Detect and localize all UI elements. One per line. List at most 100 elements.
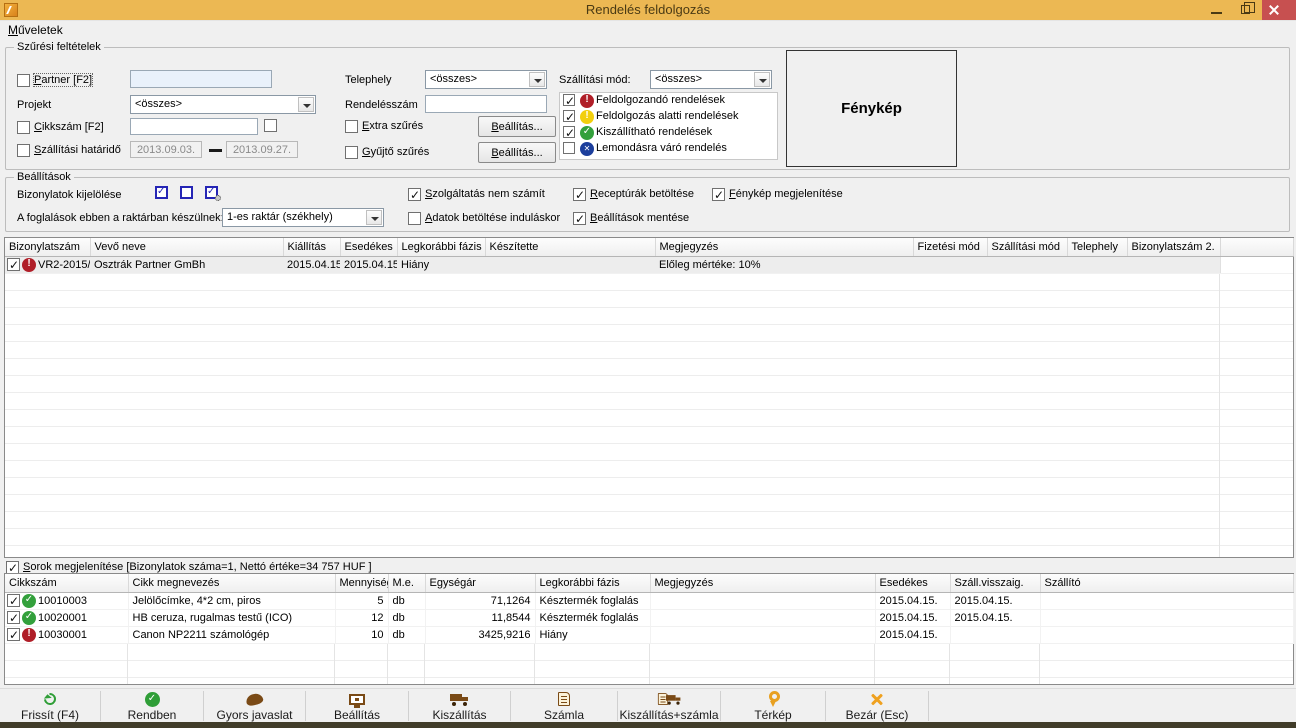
feldolgozando-checkbox[interactable]: [563, 94, 575, 106]
cikkszam-input[interactable]: [130, 118, 258, 135]
kiszallitas-button[interactable]: Kiszállítás: [409, 689, 510, 723]
select-all-icon[interactable]: [155, 186, 168, 199]
rendben-button[interactable]: Rendben: [101, 689, 203, 723]
recepturak-checkbox[interactable]: [573, 188, 586, 201]
column-header[interactable]: Esedékes: [340, 238, 397, 256]
hatarido-to-input[interactable]: [226, 141, 298, 158]
truck-icon: [409, 691, 510, 707]
order-row[interactable]: VR2-2015/00... Osztrák Partner GmBh 2015…: [5, 256, 1293, 273]
items-grid-empty-area: [5, 644, 1293, 684]
rendelesszam-input[interactable]: [425, 95, 547, 113]
gyors-javaslat-button[interactable]: Gyors javaslat: [204, 689, 305, 723]
column-header[interactable]: Szállító: [1040, 574, 1293, 592]
terkep-button[interactable]: Térkép: [721, 689, 825, 723]
column-header[interactable]: Legkorábbi fázis: [397, 238, 485, 256]
column-header[interactable]: Készítette: [485, 238, 655, 256]
feldolgozas-alatti-checkbox[interactable]: [563, 110, 575, 122]
fenykep-megjelenitese-checkbox[interactable]: [712, 188, 725, 201]
warning-yellow-icon: [580, 110, 594, 124]
column-header[interactable]: Vevő neve: [90, 238, 283, 256]
close-button[interactable]: [1262, 0, 1296, 20]
order-status-panel: Feldolgozandó rendelések Feldolgozás ala…: [559, 92, 778, 160]
item-row[interactable]: 10030001 Canon NP2211 számológép 10 db 3…: [5, 626, 1293, 643]
column-header[interactable]: Cikkszám: [5, 574, 128, 592]
column-header[interactable]: Egységár: [425, 574, 535, 592]
chevron-down-icon[interactable]: [529, 72, 545, 87]
hatarido-from-input[interactable]: [130, 141, 202, 158]
select-none-icon[interactable]: [180, 186, 193, 199]
chevron-down-icon[interactable]: [754, 72, 770, 87]
column-header[interactable]: Bizonylatszám 2.: [1127, 238, 1220, 256]
szamla-button[interactable]: Számla: [511, 689, 617, 723]
minimize-button[interactable]: [1202, 0, 1232, 20]
extra-szures-beallitas-button[interactable]: Beállítás...: [478, 116, 556, 137]
bottom-toolbar: Frissít (F4) Rendben Gyors javaslat Beál…: [0, 688, 1296, 722]
cikkszam-extra-checkbox[interactable]: [264, 119, 277, 132]
status-row: Feldolgozandó rendelések: [560, 93, 777, 109]
chevron-down-icon[interactable]: [298, 97, 314, 112]
select-filtered-icon[interactable]: [205, 186, 218, 199]
telephely-select[interactable]: <összes>: [425, 70, 547, 89]
hatarido-checkbox[interactable]: [17, 144, 30, 157]
column-header[interactable]: Megjegyzés: [650, 574, 875, 592]
bizonylatok-kijelolese-label: Bizonylatok kijelölése: [17, 189, 122, 201]
menu-muveletek[interactable]: Műveletek: [0, 21, 71, 37]
cikkszam-label: Cikkszám [F2]: [34, 121, 104, 133]
column-header[interactable]: Telephely: [1067, 238, 1127, 256]
status-row: Feldolgozás alatti rendelések: [560, 109, 777, 125]
map-pin-icon: [721, 691, 825, 707]
status-row: Lemondásra váró rendelés: [560, 141, 777, 157]
column-header-empty: [1220, 238, 1293, 256]
filter-group-legend: Szűrési feltételek: [14, 41, 104, 53]
szallitasi-mod-label: Szállítási mód:: [559, 74, 631, 86]
minimize-icon: [1211, 12, 1222, 14]
gear-icon: [215, 195, 221, 201]
beallitas-button[interactable]: Beállítás: [306, 689, 408, 723]
column-header[interactable]: Száll.visszaig.: [950, 574, 1040, 592]
item-row[interactable]: 10010003 Jelölőcímke, 4*2 cm, piros 5 db…: [5, 592, 1293, 609]
adatok-betoltese-checkbox[interactable]: [408, 212, 421, 225]
column-header[interactable]: Mennyiség: [335, 574, 388, 592]
error-red-icon: [22, 628, 36, 642]
date-range-dash: [209, 149, 222, 152]
column-header[interactable]: M.e.: [388, 574, 425, 592]
gyujto-szures-beallitas-button[interactable]: Beállítás...: [478, 142, 556, 163]
partner-input[interactable]: [130, 70, 272, 88]
column-header[interactable]: Cikk megnevezés: [128, 574, 335, 592]
szallitasi-mod-select[interactable]: <összes>: [650, 70, 772, 89]
gyujto-szures-checkbox[interactable]: [345, 146, 358, 159]
row-checkbox[interactable]: [7, 628, 20, 641]
titlebar[interactable]: Rendelés feldolgozás: [0, 0, 1296, 20]
row-checkbox[interactable]: [7, 594, 20, 607]
row-checkbox[interactable]: [7, 258, 20, 271]
photo-placeholder: Fénykép: [786, 50, 957, 167]
frissit-button[interactable]: Frissít (F4): [0, 689, 100, 723]
column-header[interactable]: Megjegyzés: [655, 238, 913, 256]
extra-szures-checkbox[interactable]: [345, 120, 358, 133]
partner-label: Partner [F2]: [34, 74, 92, 86]
szolgaltatas-checkbox[interactable]: [408, 188, 421, 201]
projekt-select[interactable]: <összes>: [130, 95, 316, 114]
column-header[interactable]: Esedékes: [875, 574, 950, 592]
column-header[interactable]: Fizetési mód: [913, 238, 987, 256]
lemondasra-varo-checkbox[interactable]: [563, 142, 575, 154]
bezar-button[interactable]: Bezár (Esc): [826, 689, 928, 723]
column-header[interactable]: Kiállítás: [283, 238, 340, 256]
hatarido-label: Szállítási határidő: [34, 144, 121, 156]
extra-szures-label: Extra szűrés: [362, 120, 423, 132]
sorok-megjelenitese-label: Sorok megjelenítése [Bizonylatok száma=1…: [23, 561, 372, 573]
column-header[interactable]: Legkorábbi fázis: [535, 574, 650, 592]
row-checkbox[interactable]: [7, 611, 20, 624]
ok-green-icon: [580, 126, 594, 140]
kiszallitas-szamla-button[interactable]: Kiszállítás+számla: [618, 689, 720, 723]
kiszallithato-checkbox[interactable]: [563, 126, 575, 138]
chevron-down-icon[interactable]: [366, 210, 382, 225]
column-header[interactable]: Szállítási mód: [987, 238, 1067, 256]
column-header[interactable]: Bizonylatszám: [5, 238, 90, 256]
restore-button[interactable]: [1232, 0, 1262, 20]
cikkszam-checkbox[interactable]: [17, 121, 30, 134]
item-row[interactable]: 10020001 HB ceruza, rugalmas testű (ICO)…: [5, 609, 1293, 626]
raktar-select[interactable]: 1-es raktár (székhely): [222, 208, 384, 227]
beallitasok-mentese-checkbox[interactable]: [573, 212, 586, 225]
partner-checkbox[interactable]: [17, 74, 30, 87]
